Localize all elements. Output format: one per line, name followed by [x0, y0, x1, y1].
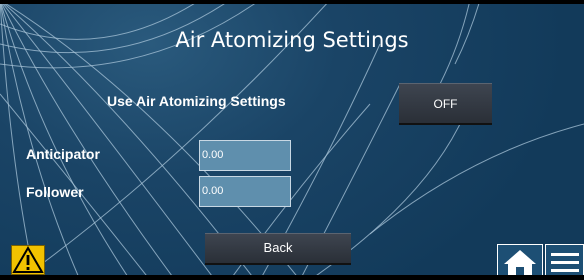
menu-icon [551, 253, 579, 272]
menu-button[interactable] [545, 244, 584, 275]
anticipator-input[interactable]: 0.00 [199, 140, 291, 171]
warning-button[interactable] [11, 245, 45, 275]
home-icon [504, 250, 536, 275]
follower-label: Follower [26, 184, 84, 200]
back-button[interactable]: Back [205, 233, 351, 265]
home-button[interactable] [497, 244, 543, 275]
follower-input[interactable]: 0.00 [199, 176, 291, 207]
page-title: Air Atomizing Settings [175, 28, 409, 52]
settings-screen: Air Atomizing Settings Use Air Atomizing… [0, 0, 584, 280]
use-air-atomizing-label: Use Air Atomizing Settings [107, 93, 286, 109]
anticipator-label: Anticipator [26, 146, 100, 162]
air-atomizing-toggle-button[interactable]: OFF [399, 83, 492, 125]
warning-icon [12, 246, 44, 273]
